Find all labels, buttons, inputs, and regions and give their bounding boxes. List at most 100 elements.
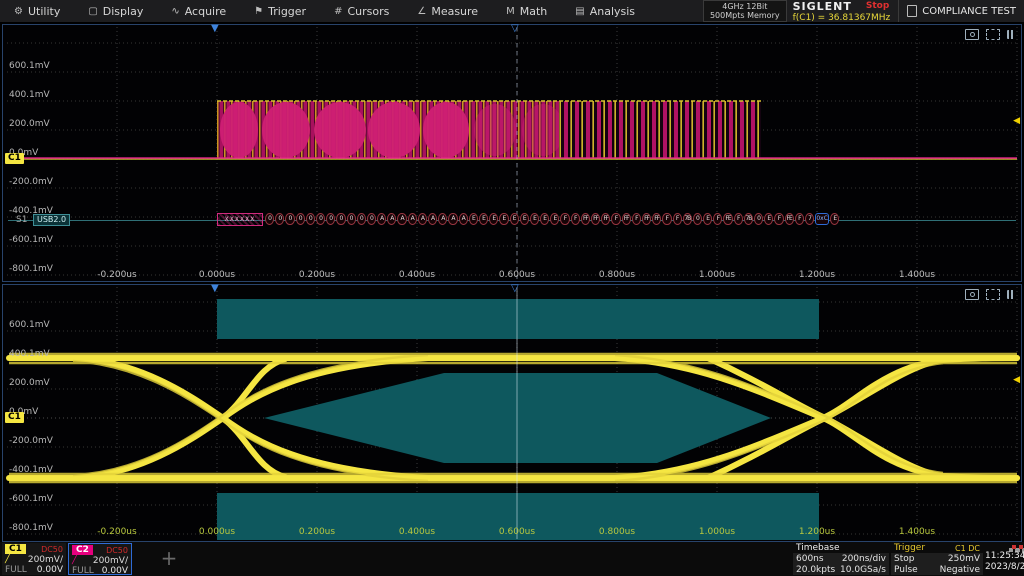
decode-token: A (438, 213, 447, 225)
channel-c1-badge[interactable]: C1 (5, 153, 24, 164)
decode-token: 0 (693, 213, 702, 225)
menu-item-cursors[interactable]: #Cursors (320, 0, 403, 22)
decode-token: A (387, 213, 396, 225)
decode-token: 0 (306, 213, 315, 225)
decode-token: A (428, 213, 437, 225)
menu-item-utility[interactable]: ⚙Utility (0, 0, 74, 22)
c2-coupling: DC50 (106, 546, 128, 555)
acquisition-state: Stop (866, 1, 889, 11)
decode-token: 0 (275, 213, 284, 225)
y-axis-label: 200.0mV (9, 119, 61, 129)
c2-bandwidth: FULL (72, 566, 94, 576)
decode-token: A (448, 213, 457, 225)
c2-scale: 200mV/ (93, 556, 128, 566)
x-axis-label: 0.400us (385, 270, 449, 280)
decode-token: 7B (683, 213, 692, 225)
trigger-level-marker[interactable]: ◀ (1013, 117, 1020, 126)
menu-item-math[interactable]: M Math (492, 0, 561, 22)
x-axis-label: 0.600us (485, 527, 549, 537)
expand-icon[interactable] (986, 29, 1000, 40)
x-axis-label: 0.200us (285, 270, 349, 280)
plot-corner-tools (965, 29, 1016, 40)
decode-token: 0 (357, 213, 366, 225)
timebase-box[interactable]: Timebase 600ns 200ns/div 20.0kpts 10.0GS… (793, 543, 889, 575)
timebase-points: 20.0kpts (796, 565, 835, 575)
menu-item-label: Cursors (347, 5, 389, 18)
decode-token: FE (785, 213, 794, 225)
decode-token: A (377, 213, 386, 225)
x-axis-label: 0.600us (485, 270, 549, 280)
decode-token-strip: 00000000000AAAAAAAAAEEEEEEEEEFFFFFFFFFFF… (265, 213, 840, 225)
compliance-test-button[interactable]: COMPLIANCE TEST (898, 0, 1024, 22)
decode-token: 7 (805, 213, 814, 225)
menu-item-label: Measure (431, 5, 478, 18)
delay-reference-marker[interactable]: ▽ (511, 284, 519, 294)
decode-token: E (520, 213, 529, 225)
expand-icon[interactable] (986, 289, 1000, 300)
c2-slope-icon: ╱ (72, 556, 77, 565)
math-icon: M (506, 6, 515, 17)
menu-item-acquire[interactable]: ∿Acquire (157, 0, 240, 22)
decode-token: FF (601, 213, 610, 225)
x-axis-label: -0.200us (85, 270, 149, 280)
timebase-title: Timebase (796, 543, 839, 553)
camera-icon[interactable] (965, 289, 979, 300)
brand-box: SIGLENT Stop f(C1) = 36.81367MHz (793, 0, 891, 23)
channel-c1-box[interactable]: C1 DC50 ╱ 200mV/ FULL 0.00V (2, 543, 66, 575)
menu-item-label: Display (103, 5, 144, 18)
decode-token: E (540, 213, 549, 225)
x-axis-label: 0.000us (185, 527, 249, 537)
decode-token: 0 (347, 213, 356, 225)
eye-diagram-plot[interactable]: 600.1mV400.1mV200.0mV0.0mV-200.0mV-400.1… (2, 284, 1022, 542)
clock-date: 2023/8/24 (985, 562, 1024, 573)
split-screen-icon[interactable] (1007, 30, 1016, 39)
decode-token: E (499, 213, 508, 225)
decode-token: F (795, 213, 804, 225)
y-axis-label: 200.0mV (9, 378, 61, 388)
decode-token: A (418, 213, 427, 225)
decode-token: 0 (316, 213, 325, 225)
trigger-position-marker[interactable]: ▼ (211, 24, 219, 34)
decode-token: E (530, 213, 539, 225)
trigger-title: Trigger (894, 543, 925, 553)
waveform-icon: ∿ (171, 6, 179, 17)
decode-token: 0 (326, 213, 335, 225)
delay-reference-marker[interactable]: ▽ (511, 24, 519, 34)
y-axis-label: -200.0mV (9, 177, 61, 187)
menu-item-trigger[interactable]: ⚑ Trigger (240, 0, 320, 22)
flag-icon: ⚑ (254, 6, 263, 17)
menu-item-analysis[interactable]: ▤Analysis (561, 0, 649, 22)
split-screen-icon[interactable] (1007, 290, 1016, 299)
trigger-box[interactable]: Trigger C1 DC Stop 250mV Pulse Negative (891, 543, 983, 575)
c1-coupling: DC50 (41, 545, 63, 554)
x-axis-label: 0.000us (185, 270, 249, 280)
clock-time: 11:25:34 (985, 551, 1024, 562)
x-axis-label: 1.200us (785, 270, 849, 280)
menu-item-label: Trigger (268, 5, 306, 18)
add-channel-button[interactable]: + (158, 548, 180, 570)
channel-c1-badge[interactable]: C1 (5, 412, 24, 423)
menu-item-measure[interactable]: ∠Measure (403, 0, 492, 22)
decode-token: 7B (744, 213, 753, 225)
frequency-counter: f(C1) = 36.81367MHz (793, 13, 891, 23)
usb2-badge[interactable]: USB2.0 (33, 214, 70, 226)
y-axis-label: 600.1mV (9, 320, 61, 330)
channel-c2-box[interactable]: C2 DC50 ╱ 200mV/ FULL 0.00V (68, 543, 132, 575)
trigger-position-marker[interactable]: ▼ (211, 284, 219, 294)
camera-icon[interactable] (965, 29, 979, 40)
y-axis-label: -600.1mV (9, 235, 61, 245)
menu-item-display[interactable]: ▢Display (74, 0, 157, 22)
trigger-type: Pulse (894, 565, 918, 575)
usb-device-icon (1019, 545, 1023, 549)
x-axis-label: 0.200us (285, 527, 349, 537)
acquisition-info-box[interactable]: 4GHz 12Bit 500Mpts Memory (703, 0, 787, 22)
x-axis-label: 1.000us (685, 527, 749, 537)
waveform-plot[interactable]: 600.1mV400.1mV200.0mV0.0mV-200.0mV-400.1… (2, 24, 1022, 282)
decode-token: FF (591, 213, 600, 225)
x-axis-label: 1.400us (885, 527, 949, 537)
document-icon (907, 5, 917, 17)
trigger-level-marker[interactable]: ◀ (1013, 376, 1020, 385)
menu-item-label: Math (520, 5, 548, 18)
x-axis-label: 1.000us (685, 270, 749, 280)
clock-box[interactable]: 11:25:34 2023/8/24 (985, 543, 1024, 575)
